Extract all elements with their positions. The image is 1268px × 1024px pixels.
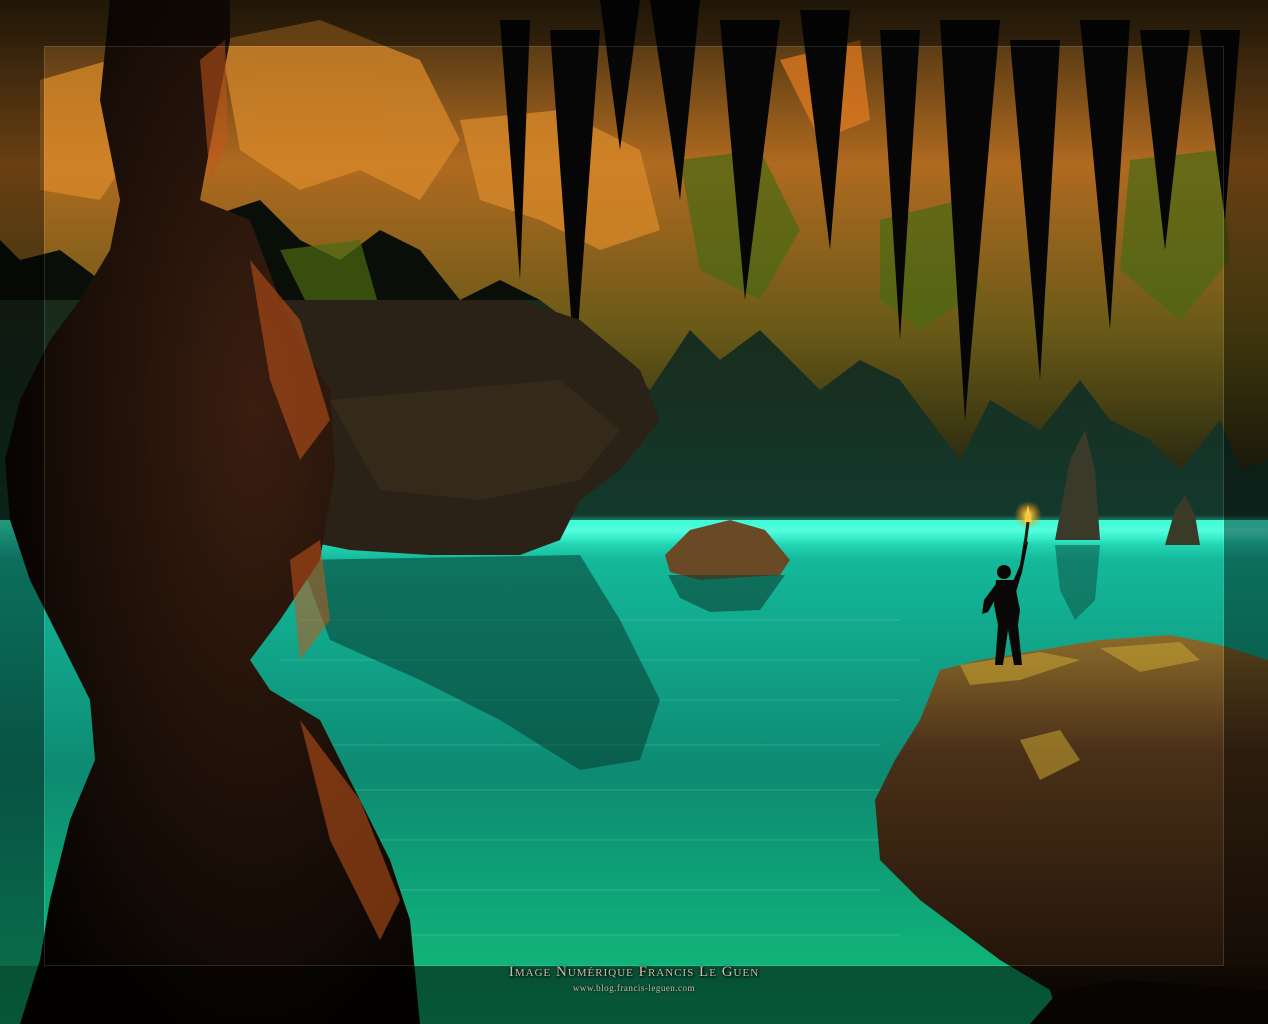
cave-illustration (0, 0, 1268, 1024)
artist-credit: Image Numérique Francis Le Guen (508, 964, 760, 980)
horizon-glow (560, 515, 1268, 545)
artist-url: www.blog.francis-leguen.com (572, 983, 696, 993)
cave-artwork: Image Numérique Francis Le Guen www.blog… (0, 0, 1268, 1024)
